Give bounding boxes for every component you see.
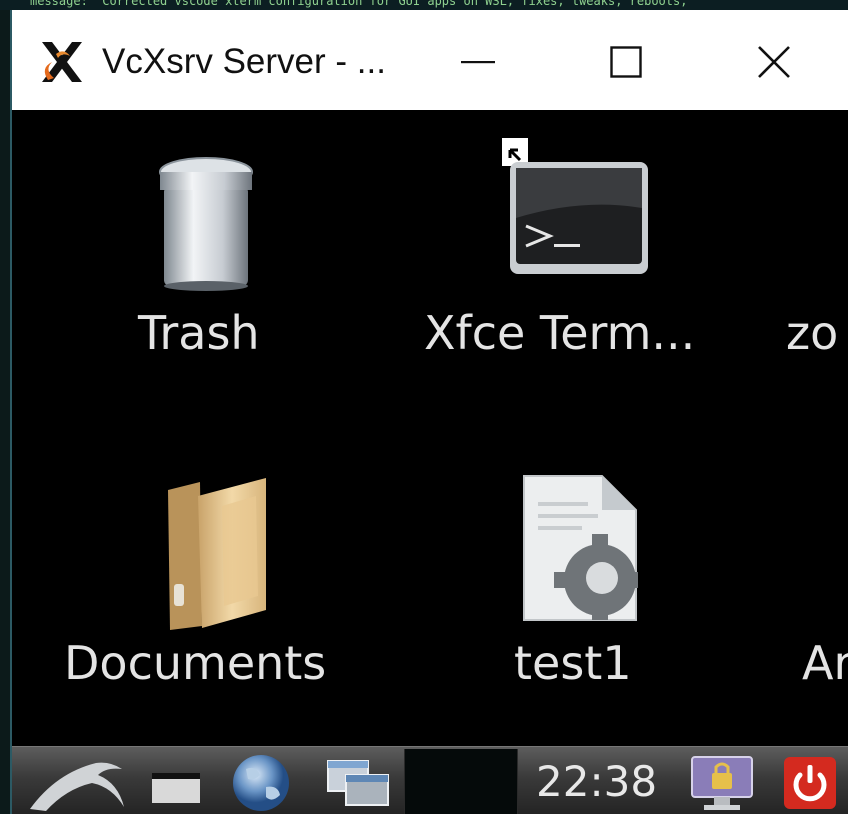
kali-menu-icon[interactable] <box>26 753 130 813</box>
show-desktop-icon[interactable] <box>148 763 204 807</box>
maximize-icon <box>610 46 642 78</box>
minimize-button[interactable] <box>452 36 504 88</box>
title-bar[interactable]: VcXsrv Server - ... <box>12 10 848 110</box>
terminal-icon <box>502 138 648 274</box>
vcxsrv-window: VcXsrv Server - ... Trash Xfce Term... z… <box>10 10 848 814</box>
window-title: VcXsrv Server - ... <box>102 42 386 81</box>
desktop-icon-label: zo <box>786 306 839 360</box>
xfce-desktop[interactable]: Trash Xfce Term... zo Documents test1 Ar <box>12 110 848 746</box>
clock[interactable]: 22:38 <box>536 757 657 806</box>
minimize-icon <box>461 61 495 64</box>
folder-icon <box>168 478 266 630</box>
close-icon <box>758 46 790 78</box>
desktop-icon-label: Trash <box>138 306 260 360</box>
xfce-panel: 22:38 <box>12 746 848 814</box>
desktop-icon-label: test1 <box>514 636 632 690</box>
maximize-button[interactable] <box>600 36 652 88</box>
background-terminal: message: 'Corrected vscode xterm configu… <box>0 0 848 10</box>
trash-icon <box>159 157 253 291</box>
close-button[interactable] <box>748 36 800 88</box>
desktop-icon-label: Documents <box>64 636 327 690</box>
desktop-icon-label: Ar <box>802 636 848 690</box>
web-browser-icon[interactable] <box>226 751 296 813</box>
power-icon[interactable] <box>782 755 838 811</box>
workspace-pager[interactable] <box>404 749 518 814</box>
window-switcher-icon[interactable] <box>322 757 394 809</box>
background-terminal-text: message: 'Corrected vscode xterm configu… <box>30 0 688 8</box>
desktop-icon-label: Xfce Term... <box>424 306 696 360</box>
lock-screen-icon[interactable] <box>688 753 756 813</box>
executable-file-icon <box>523 475 638 621</box>
vcxsrv-logo-icon <box>42 42 82 82</box>
